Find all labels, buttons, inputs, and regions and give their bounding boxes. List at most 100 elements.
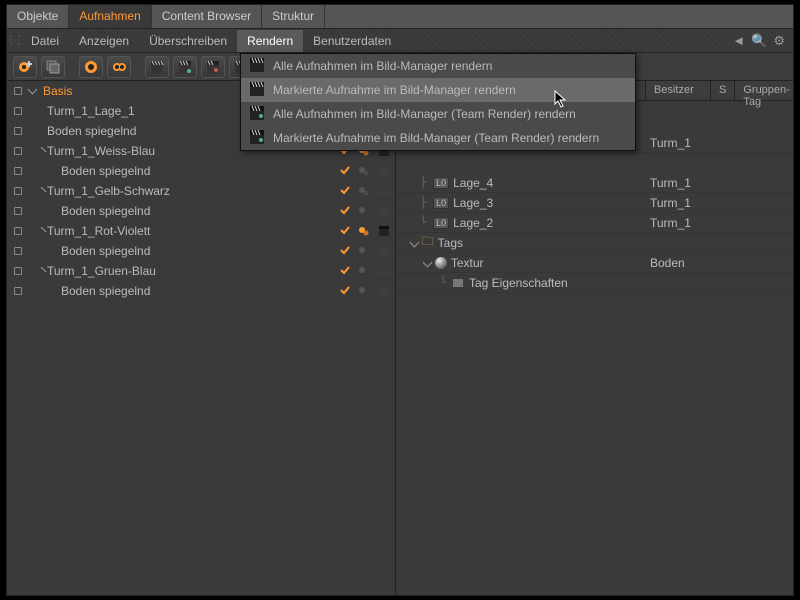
owner-cell: Turm_1 [646,216,711,230]
tree-label: Turm_1_Gelb-Schwarz [43,184,174,198]
menu-datei[interactable]: Datei [21,30,69,52]
clapper-icon [249,129,265,148]
tab-struktur[interactable]: Struktur [262,5,325,28]
gears-icon[interactable] [357,184,371,198]
clapper-mini-icon[interactable] [377,164,391,178]
menubar: Datei Anzeigen Überschreiben Rendern Ben… [7,29,793,53]
owner-cell: Turm_1 [646,196,711,210]
dd-label: Markierte Aufnahme im Bild-Manager (Team… [273,131,599,145]
clapper-mini-icon[interactable] [377,224,391,238]
expand-icon[interactable] [422,258,432,268]
toggle-icon[interactable] [14,167,22,175]
tool-clapper1-icon[interactable] [145,56,169,78]
tool-overlay-icon[interactable] [41,56,65,78]
right-panel: Name Besitzer S Gruppen-Tag Turm_1 ├ L0L… [395,81,793,595]
dd-label: Alle Aufnahmen im Bild-Manager (Team Ren… [273,107,576,121]
menu-rendern[interactable]: Rendern [237,30,303,52]
search-icon[interactable]: 🔍 [751,33,767,49]
toggle-icon[interactable] [14,107,22,115]
layer-icon: L0 [433,197,449,209]
cell-label: Tags [438,236,463,250]
clapper-mini-icon[interactable] [377,244,391,258]
toggle-icon[interactable] [14,87,22,95]
settings-icon[interactable]: ⚙ [773,33,785,49]
layer-icon: L0 [433,177,449,189]
table-row[interactable]: 🗀 Tags [396,233,793,253]
cell-label: Lage_4 [453,176,493,190]
toggle-icon[interactable] [14,267,22,275]
check-icon [339,204,351,219]
tree-label: Turm_1_Lage_1 [43,104,139,118]
toggle-icon[interactable] [14,247,22,255]
expand-icon[interactable] [27,85,37,95]
table-row[interactable]: └ Tag Eigenschaften [396,273,793,293]
tool-record-icon[interactable] [79,56,103,78]
menu-anzeigen[interactable]: Anzeigen [69,30,139,52]
check-icon [339,184,351,199]
tab-content-browser[interactable]: Content Browser [152,5,262,28]
toggle-icon[interactable] [14,147,22,155]
tree-label: Turm_1_Gruen-Blau [43,264,160,278]
check-icon [339,224,351,239]
gears-icon[interactable] [357,244,371,258]
folder-icon: 🗀 [422,232,434,253]
clapper-mini-icon[interactable] [377,204,391,218]
dd-render-marked[interactable]: Markierte Aufnahme im Bild-Manager rende… [241,78,635,102]
tree-row-rot-violett[interactable]: Turm_1_Rot-Violett [7,221,395,241]
clapper-mini-icon[interactable] [377,184,391,198]
gears-icon[interactable] [357,164,371,178]
gears-icon[interactable] [357,204,371,218]
nav-left-icon[interactable]: ◄ [732,33,745,48]
dd-label: Alle Aufnahmen im Bild-Manager rendern [273,59,492,73]
gears-icon[interactable] [357,264,371,278]
toggle-icon[interactable] [14,287,22,295]
cell-label: Lage_3 [453,196,493,210]
header-owner[interactable]: Besitzer [646,81,711,100]
tab-aufnahmen[interactable]: Aufnahmen [69,5,151,28]
tree-label: Turm_1_Weiss-Blau [43,144,159,158]
table-row[interactable]: ├ L0Lage_4 Turm_1 [396,173,793,193]
owner-cell: Boden [646,256,711,270]
check-icon [339,284,351,299]
tree-row-boden-2[interactable]: Boden spiegelnd [7,161,395,181]
toggle-icon[interactable] [14,227,22,235]
property-icon [453,279,463,287]
tree-row-gelb-schwarz[interactable]: Turm_1_Gelb-Schwarz [7,181,395,201]
menu-benutzerdaten[interactable]: Benutzerdaten [303,30,401,52]
tool-link-icon[interactable] [107,56,131,78]
menu-ueberschreiben[interactable]: Überschreiben [139,30,237,52]
table-row[interactable]: Textur Boden [396,253,793,273]
left-tree: Basis Turm_1_Lage_1 Boden spiegelnd Turm… [7,81,395,595]
tab-objekte[interactable]: Objekte [7,5,69,28]
toggle-icon[interactable] [14,187,22,195]
clapper-mini-icon[interactable] [377,264,391,278]
tree-row-boden-5[interactable]: Boden spiegelnd [7,281,395,301]
tree-row-boden-4[interactable]: Boden spiegelnd [7,241,395,261]
tree-row-gruen-blau[interactable]: Turm_1_Gruen-Blau [7,261,395,281]
tool-clapper3-icon[interactable] [201,56,225,78]
dd-render-all-team[interactable]: Alle Aufnahmen im Bild-Manager (Team Ren… [241,102,635,126]
tree-label: Boden spiegelnd [57,204,154,218]
expand-icon[interactable] [409,238,419,248]
tree-label: Boden spiegelnd [57,164,154,178]
toggle-icon[interactable] [14,207,22,215]
table-row[interactable]: └ L0Lage_2 Turm_1 [396,213,793,233]
dd-render-marked-team[interactable]: Markierte Aufnahme im Bild-Manager (Team… [241,126,635,150]
gears-icon[interactable] [357,224,371,238]
tree-row-boden-3[interactable]: Boden spiegelnd [7,201,395,221]
gears-icon[interactable] [357,284,371,298]
table-row[interactable]: ├ L0Lage_3 Turm_1 [396,193,793,213]
dd-render-all[interactable]: Alle Aufnahmen im Bild-Manager rendern [241,54,635,78]
tool-new-take-icon[interactable] [13,56,37,78]
header-s[interactable]: S [711,81,735,100]
cell-label: Textur [451,256,484,270]
clapper-mini-icon[interactable] [377,284,391,298]
owner-cell: Turm_1 [646,136,711,150]
grip-icon [7,29,21,53]
header-gruppen-tag[interactable]: Gruppen-Tag [735,81,793,100]
toggle-icon[interactable] [14,127,22,135]
tree-label: Boden spiegelnd [43,124,140,138]
tree-label: Boden spiegelnd [57,244,154,258]
tool-clapper2-icon[interactable] [173,56,197,78]
clapper-icon [249,105,265,124]
